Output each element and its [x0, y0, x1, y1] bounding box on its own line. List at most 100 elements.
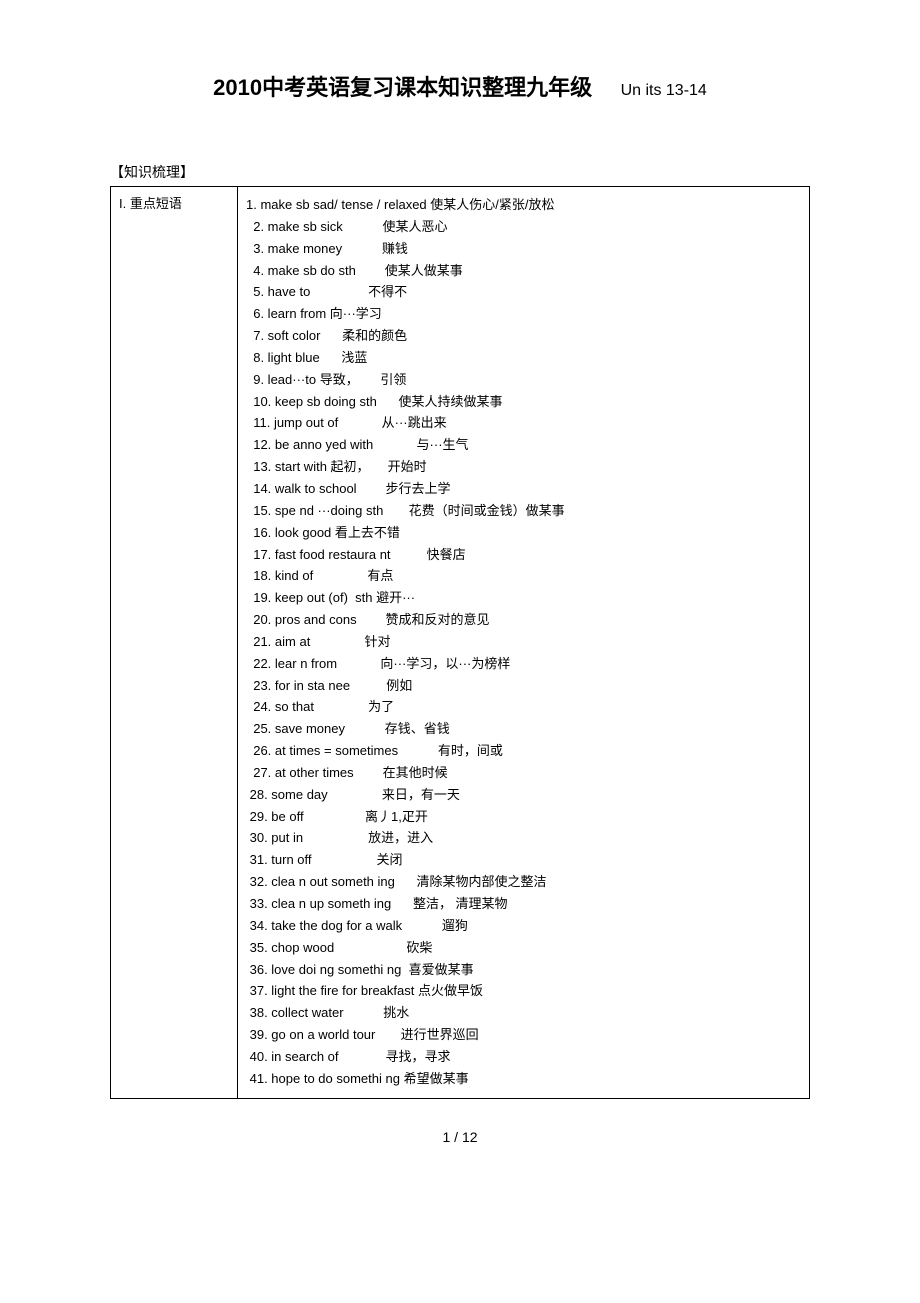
phrase-chinese: 离丿1,疋开 — [365, 808, 428, 827]
list-item: 29. be off 离丿1,疋开 — [246, 808, 801, 827]
phrase-chinese: 砍柴 — [406, 939, 432, 958]
list-item: 13. start with 起初， 开始时 — [246, 458, 801, 477]
phrase-chinese: 例如 — [386, 677, 412, 696]
list-item: 31. turn off 关闭 — [246, 851, 801, 870]
phrase-chinese: 在其他时候 — [383, 764, 448, 783]
phrase-english: 39. go on a world tour — [246, 1026, 401, 1045]
list-item: 32. clea n out someth ing 清除某物内部使之整洁 — [246, 873, 801, 892]
phrase-english: 36. love doi ng somethi ng — [246, 961, 409, 980]
phrase-chinese: 柔和的颜色 — [342, 327, 407, 346]
phrase-english: 32. clea n out someth ing — [246, 873, 417, 892]
page-footer: 1 / 12 — [110, 1129, 810, 1145]
phrase-chinese: 与···生气 — [417, 436, 469, 455]
phrase-english: 30. put in — [246, 829, 368, 848]
phrase-english: 22. lear n from — [246, 655, 380, 674]
list-item: 15. spe nd ···doing sth 花费（时间或金钱）做某事 — [246, 502, 801, 521]
phrase-chinese: 使某人做某事 — [385, 262, 463, 281]
list-item: 7. soft color 柔和的颜色 — [246, 327, 801, 346]
list-item: 16. look good 看上去不错 — [246, 524, 801, 543]
list-item: 35. chop wood 砍柴 — [246, 939, 801, 958]
phrase-english: 34. take the dog for a walk — [246, 917, 442, 936]
phrase-english: 40. in search of — [246, 1048, 385, 1067]
phrase-chinese: 向···学习，以···为榜样 — [380, 655, 510, 674]
list-item: 37. light the fire for breakfast 点火做早饭 — [246, 982, 801, 1001]
list-item: 30. put in 放进，进入 — [246, 829, 801, 848]
list-item: 39. go on a world tour 进行世界巡回 — [246, 1026, 801, 1045]
list-item: 8. light blue 浅蓝 — [246, 349, 801, 368]
list-item: 24. so that 为了 — [246, 698, 801, 717]
list-item: 5. have to 不得不 — [246, 283, 801, 302]
phrase-english: 17. fast food restaura nt — [246, 546, 427, 565]
list-item: 12. be anno yed with 与···生气 — [246, 436, 801, 455]
phrase-english: 20. pros and cons — [246, 611, 385, 630]
phrase-english: 21. aim at — [246, 633, 365, 652]
list-item: 40. in search of 寻找，寻求 — [246, 1048, 801, 1067]
phrase-english: 41. hope to do somethi ng — [246, 1070, 404, 1089]
list-item: 1. make sb sad/ tense / relaxed 使某人伤心/紧张… — [246, 196, 801, 215]
phrase-english: 11. jump out of — [246, 414, 382, 433]
list-item: 20. pros and cons 赞成和反对的意见 — [246, 611, 801, 630]
phrase-chinese: 浅蓝 — [341, 349, 367, 368]
phrase-english: 16. look good 看上去不错 — [246, 524, 400, 543]
list-item: 33. clea n up someth ing 整洁， 清理某物 — [246, 895, 801, 914]
phrase-chinese: 针对 — [365, 633, 391, 652]
list-item: 2. make sb sick 使某人恶心 — [246, 218, 801, 237]
phrase-english: 3. make money — [246, 240, 382, 259]
phrase-english: 23. for in sta nee — [246, 677, 386, 696]
phrase-chinese: 不得不 — [368, 283, 407, 302]
phrase-chinese: 存钱、省钱 — [385, 720, 450, 739]
phrase-chinese: 使某人伤心/紧张/放松 — [430, 196, 554, 215]
document-page: 2010中考英语复习课本知识整理九年级 Un its 13-14 【知识梳理】 … — [0, 0, 920, 1185]
list-item: 27. at other times 在其他时候 — [246, 764, 801, 783]
phrase-chinese: 赞成和反对的意见 — [385, 611, 489, 630]
list-item: 3. make money 赚钱 — [246, 240, 801, 259]
phrase-english: 27. at other times — [246, 764, 383, 783]
phrase-english: 33. clea n up someth ing — [246, 895, 413, 914]
phrase-chinese: 步行去上学 — [385, 480, 450, 499]
list-item: 10. keep sb doing sth 使某人持续做某事 — [246, 393, 801, 412]
section-label: 【知识梳理】 — [110, 162, 810, 182]
phrase-chinese: 整洁， 清理某物 — [413, 895, 508, 914]
phrase-english: 13. start with 起初， — [246, 458, 388, 477]
phrase-english: 8. light blue — [246, 349, 341, 368]
phrase-english: 28. some day — [246, 786, 382, 805]
list-item: 23. for in sta nee 例如 — [246, 677, 801, 696]
phrase-english: 31. turn off — [246, 851, 377, 870]
phrase-chinese: 进行世界巡回 — [401, 1026, 479, 1045]
list-item: 4. make sb do sth 使某人做某事 — [246, 262, 801, 281]
phrase-english: 10. keep sb doing sth — [246, 393, 398, 412]
list-item: 38. collect water 挑水 — [246, 1004, 801, 1023]
list-item: 28. some day 来日，有一天 — [246, 786, 801, 805]
title-sub: Un its 13-14 — [621, 82, 707, 99]
phrase-english: 7. soft color — [246, 327, 342, 346]
phrase-english: 5. have to — [246, 283, 368, 302]
phrase-chinese: 花费（时间或金钱）做某事 — [409, 502, 565, 521]
phrase-chinese: 喜爱做某事 — [409, 961, 474, 980]
phrase-chinese: 使某人恶心 — [383, 218, 448, 237]
phrase-chinese: 有时，间或 — [438, 742, 503, 761]
phrase-english: 37. light the fire for breakfast — [246, 982, 418, 1001]
phrase-chinese: 快餐店 — [427, 546, 466, 565]
phrase-chinese: 挑水 — [383, 1004, 409, 1023]
phrase-chinese: 放进，进入 — [368, 829, 433, 848]
phrase-chinese: 来日，有一天 — [382, 786, 460, 805]
phrase-chinese: 从···跳出来 — [382, 414, 447, 433]
phrase-english: 4. make sb do sth — [246, 262, 385, 281]
phrase-chinese: 寻找，寻求 — [385, 1048, 450, 1067]
phrase-english: 12. be anno yed with — [246, 436, 417, 455]
list-item: 19. keep out (of) sth 避开··· — [246, 589, 801, 608]
phrase-english: 25. save money — [246, 720, 385, 739]
list-item: 21. aim at 针对 — [246, 633, 801, 652]
phrase-english: 29. be off — [246, 808, 365, 827]
phrase-english: 15. spe nd ···doing sth — [246, 502, 409, 521]
phrase-english: 1. make sb sad/ tense / relaxed — [246, 196, 430, 215]
list-item: 17. fast food restaura nt 快餐店 — [246, 546, 801, 565]
phrase-english: 2. make sb sick — [246, 218, 383, 237]
list-item: 26. at times = sometimes 有时，间或 — [246, 742, 801, 761]
phrase-chinese: 为了 — [368, 698, 394, 717]
list-item: 14. walk to school 步行去上学 — [246, 480, 801, 499]
phrase-chinese: 遛狗 — [442, 917, 468, 936]
list-item: 41. hope to do somethi ng 希望做某事 — [246, 1070, 801, 1089]
left-heading: I. 重点短语 — [119, 196, 182, 211]
phrase-chinese: 有点 — [367, 567, 393, 586]
